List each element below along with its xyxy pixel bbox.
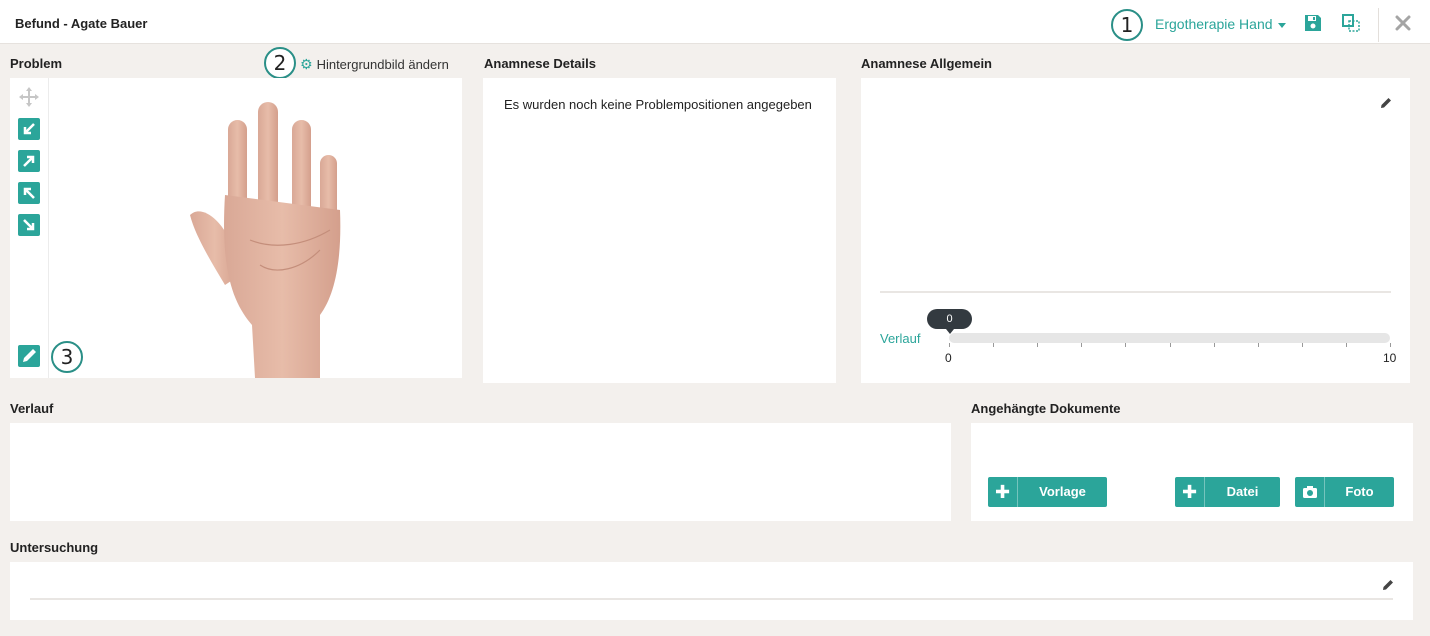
slider-tick (1037, 343, 1038, 347)
slider-tick (1081, 343, 1082, 347)
untersuchung-panel[interactable] (10, 562, 1413, 620)
top-bar: Befund - Agate Bauer 1 Ergotherapie Hand (0, 0, 1430, 44)
slider-max-label: 10 (1383, 351, 1397, 365)
caret-down-icon (1277, 22, 1286, 28)
plus-icon: ✚ (1175, 477, 1205, 507)
problem-section-title: Problem (10, 56, 63, 71)
add-file-button[interactable]: ✚ Datei (1175, 477, 1280, 507)
arrow-down-left-tool[interactable] (18, 118, 40, 140)
verlauf-slider-handle[interactable]: 0 (927, 309, 972, 334)
copy-layout-icon (1342, 14, 1360, 32)
anamnese-details-title: Anamnese Details (484, 56, 596, 71)
slider-tick (1214, 343, 1215, 347)
change-background-link[interactable]: ⚙ Hintergrundbild ändern (300, 56, 449, 73)
verlauf-slider-track[interactable] (949, 333, 1390, 343)
edit-untersuchung-button[interactable] (1382, 579, 1394, 591)
toolbar-separator (1378, 8, 1379, 42)
slider-tick (993, 343, 994, 347)
arrow-down-left-icon (23, 123, 35, 135)
no-problem-positions-message: Es wurden noch keine Problempositionen a… (504, 97, 812, 112)
verlauf-slider-label: Verlauf (880, 331, 921, 346)
arrow-down-right-tool[interactable] (18, 214, 40, 236)
hand-background-image (190, 102, 341, 378)
anamnese-details-panel (483, 78, 836, 383)
slider-min-label: 0 (945, 351, 952, 365)
slider-tick (1302, 343, 1303, 347)
copy-button[interactable] (1341, 13, 1361, 33)
verlauf-text-panel[interactable] (10, 423, 951, 521)
untersuchung-text-line (30, 598, 1393, 600)
change-background-label: Hintergrundbild ändern (316, 57, 449, 72)
camera-icon (1295, 477, 1325, 507)
move-tool[interactable] (18, 86, 40, 108)
therapy-mode-dropdown[interactable]: Ergotherapie Hand (1155, 16, 1286, 32)
floppy-disk-icon (1305, 15, 1321, 31)
add-file-label: Datei (1226, 484, 1259, 499)
slider-tick (1390, 343, 1391, 347)
callout-marker-3: 3 (51, 341, 83, 373)
slider-tick (1170, 343, 1171, 347)
slider-tick (949, 343, 950, 347)
untersuchung-section-title: Untersuchung (10, 540, 99, 555)
move-icon (19, 87, 39, 107)
anamnese-allgemein-title: Anamnese Allgemein (861, 56, 993, 71)
verlauf-section-title: Verlauf (10, 401, 54, 416)
arrow-down-right-icon (23, 219, 35, 231)
slider-tick (1346, 343, 1347, 347)
window-title: Befund - Agate Bauer (15, 16, 148, 31)
close-button[interactable] (1394, 14, 1414, 34)
add-template-label: Vorlage (1039, 484, 1086, 499)
arrow-up-left-tool[interactable] (18, 182, 40, 204)
toolbar-divider (48, 78, 49, 378)
dokumente-section-title: Angehängte Dokumente (971, 401, 1121, 416)
slider-tick (1125, 343, 1126, 347)
anamnese-text-area-line (880, 291, 1391, 293)
pencil-icon (1383, 580, 1393, 590)
edit-anamnese-button[interactable] (1380, 97, 1392, 109)
callout-marker-1: 1 (1111, 9, 1143, 41)
pencil-icon (1381, 98, 1391, 108)
callout-marker-2: 2 (264, 47, 296, 79)
arrow-up-left-icon (23, 187, 35, 199)
slider-tick (1258, 343, 1259, 347)
problem-canvas-panel[interactable] (10, 78, 462, 378)
gear-icon: ⚙ (300, 56, 313, 72)
close-icon (1395, 15, 1411, 31)
add-photo-button[interactable]: Foto (1295, 477, 1394, 507)
plus-icon: ✚ (988, 477, 1018, 507)
save-button[interactable] (1303, 13, 1323, 33)
pen-tool[interactable] (18, 345, 40, 367)
add-template-button[interactable]: ✚ Vorlage (988, 477, 1107, 507)
add-photo-label: Foto (1345, 484, 1374, 499)
pen-icon (23, 349, 36, 362)
arrow-up-right-icon (23, 155, 35, 167)
therapy-mode-label: Ergotherapie Hand (1155, 16, 1273, 32)
arrow-up-right-tool[interactable] (18, 150, 40, 172)
